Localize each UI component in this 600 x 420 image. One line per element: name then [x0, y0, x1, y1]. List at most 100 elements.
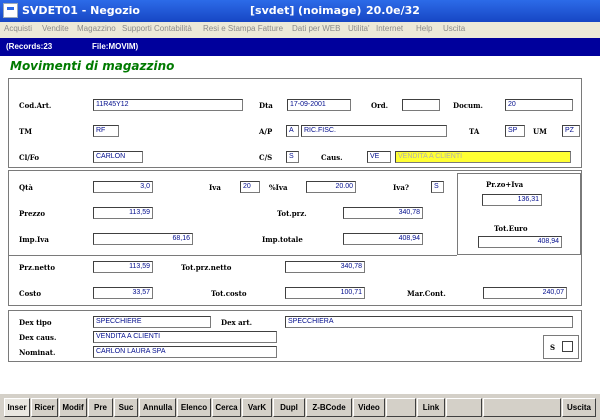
menu-help[interactable]: Help [416, 24, 432, 33]
nominat-label: Nominat. [19, 348, 56, 357]
ap-field[interactable]: A [286, 125, 299, 137]
ord-label: Ord. [371, 101, 389, 110]
menu-acquisti[interactable]: Acquisti [4, 24, 32, 33]
form-area: Movimenti di magazzino Cod.Art. 11R45Y12… [0, 56, 600, 394]
imp-iva-field[interactable]: 68,16 [93, 233, 193, 245]
docum-label: Docum. [453, 101, 483, 110]
menu-vendite[interactable]: Vendite [42, 24, 69, 33]
annulla-button[interactable]: Annulla [139, 398, 176, 417]
cerca-button[interactable]: Cerca [212, 398, 241, 417]
pct-iva-label: %Iva [269, 183, 288, 192]
s-label: S [550, 343, 556, 352]
dta-label: Dta [259, 101, 273, 110]
bottom-toolbar: Inser Ricer Modif Pre Suc Annulla Elenco… [0, 394, 600, 420]
tot-prz-netto-label: Tot.prz.netto [181, 263, 232, 272]
ricer-button[interactable]: Ricer [31, 398, 58, 417]
caus-desc-field[interactable]: VENDITA A CLIENTI [395, 151, 571, 163]
imp-totale-label: Imp.totale [262, 235, 303, 244]
prz-iva-field[interactable]: 136,31 [482, 194, 542, 206]
menu-utilita[interactable]: Utilita' [348, 24, 370, 33]
tot-prz-field[interactable]: 340,78 [343, 207, 423, 219]
prices-divider [9, 255, 457, 256]
qta-field[interactable]: 3,0 [93, 181, 153, 193]
mar-cont-label: Mar.Cont. [407, 289, 446, 298]
pct-iva-field[interactable]: 20.00 [306, 181, 356, 193]
ord-field[interactable] [402, 99, 440, 111]
video-button[interactable]: Video [353, 398, 385, 417]
ta-field[interactable]: SP [505, 125, 525, 137]
window-image-flag: (noimage) [298, 4, 362, 17]
cod-art-label: Cod.Art. [19, 101, 52, 110]
descriptions-panel: Dex tipo SPECCHIERE Dex art. SPECCHIERA … [8, 310, 582, 362]
header-panel: Cod.Art. 11R45Y12 Dta 17-09-2001 Ord. Do… [8, 78, 582, 168]
tot-euro-field[interactable]: 408,94 [478, 236, 562, 248]
cs-field[interactable]: S [286, 151, 299, 163]
costo-field[interactable]: 33,57 [93, 287, 153, 299]
menu-supporti-contabilita[interactable]: Supporti Contabilità [122, 24, 192, 33]
menu-magazzino[interactable]: Magazzino [77, 24, 116, 33]
form-title: Movimenti di magazzino [10, 59, 175, 73]
inser-button[interactable]: Inser [4, 398, 30, 417]
s-box: S [543, 335, 579, 359]
mar-cont-field[interactable]: 240,07 [483, 287, 567, 299]
dex-art-field[interactable]: SPECCHIERA [285, 316, 573, 328]
tot-prz-label: Tot.prz. [277, 209, 307, 218]
s-checkbox[interactable] [562, 341, 573, 352]
file-name: File:MOVIM) [92, 42, 139, 51]
suc-button[interactable]: Suc [114, 398, 138, 417]
tm-label: TM [19, 127, 32, 136]
prz-netto-field[interactable]: 113,59 [93, 261, 153, 273]
z-bcode-button[interactable]: Z-BCode [306, 398, 352, 417]
cs-label: C/S [259, 153, 273, 162]
empty-button-1[interactable] [386, 398, 416, 417]
tot-costo-label: Tot.costo [211, 289, 247, 298]
tot-euro-label: Tot.Euro [494, 224, 528, 233]
link-button[interactable]: Link [417, 398, 445, 417]
dupl-button[interactable]: Dupl [273, 398, 305, 417]
menu-dati-per-web[interactable]: Dati per WEB [292, 24, 340, 33]
um-field[interactable]: PZ [562, 125, 580, 137]
tm-field[interactable]: RF [93, 125, 119, 137]
total-euro-box: Pr.zo+Iva 136,31 Tot.Euro 408,94 [457, 173, 581, 255]
imp-iva-label: Imp.Iva [19, 235, 49, 244]
empty-button-2[interactable] [446, 398, 482, 417]
window-title: SVDET01 - Negozio [22, 4, 140, 17]
tot-prz-netto-field[interactable]: 340,78 [285, 261, 365, 273]
record-status-bar: (Records:23 File:MOVIM) [0, 38, 600, 56]
caus-label: Caus. [321, 153, 343, 162]
dex-tipo-field[interactable]: SPECCHIERE [93, 316, 211, 328]
modif-button[interactable]: Modif [59, 398, 87, 417]
pre-button[interactable]: Pre [88, 398, 113, 417]
empty-button-3[interactable] [483, 398, 561, 417]
costo-label: Costo [19, 289, 42, 298]
cod-art-field[interactable]: 11R45Y12 [93, 99, 243, 111]
vark-button[interactable]: VarK [242, 398, 272, 417]
iva-q-field[interactable]: S [431, 181, 444, 193]
menu-internet[interactable]: Internet [376, 24, 403, 33]
uscita-button[interactable]: Uscita [562, 398, 596, 417]
prz-netto-label: Prz.netto [19, 263, 56, 272]
menu-uscita[interactable]: Uscita [443, 24, 465, 33]
caus-field[interactable]: VE [367, 151, 391, 163]
menu-resi-stampa-fatture[interactable]: Resi e Stampa Fatture [203, 24, 283, 33]
um-label: UM [533, 127, 547, 136]
docum-field[interactable]: 20 [505, 99, 573, 111]
window-host: [svdet] [250, 4, 295, 17]
elenco-button[interactable]: Elenco [177, 398, 211, 417]
imp-totale-field[interactable]: 408,94 [343, 233, 423, 245]
nominat-field[interactable]: CARLON LAURA SPA [93, 346, 277, 358]
dta-field[interactable]: 17-09-2001 [287, 99, 351, 111]
dex-caus-field[interactable]: VENDITA A CLIENTI [93, 331, 277, 343]
prezzo-field[interactable]: 113,59 [93, 207, 153, 219]
clfo-label: Cl/Fo [19, 153, 40, 162]
iva-field[interactable]: 20 [240, 181, 260, 193]
ta-label: TA [469, 127, 480, 136]
clfo-field[interactable]: CARLON [93, 151, 143, 163]
dex-caus-label: Dex caus. [19, 333, 57, 342]
prezzo-label: Prezzo [19, 209, 46, 218]
ap-desc-field[interactable]: RIC.FISC. [301, 125, 447, 137]
title-bar: SVDET01 - Negozio [svdet] (noimage) 20.0… [0, 0, 600, 22]
iva-label: Iva [209, 183, 221, 192]
prz-iva-label: Pr.zo+Iva [486, 180, 524, 189]
tot-costo-field[interactable]: 100,71 [285, 287, 365, 299]
